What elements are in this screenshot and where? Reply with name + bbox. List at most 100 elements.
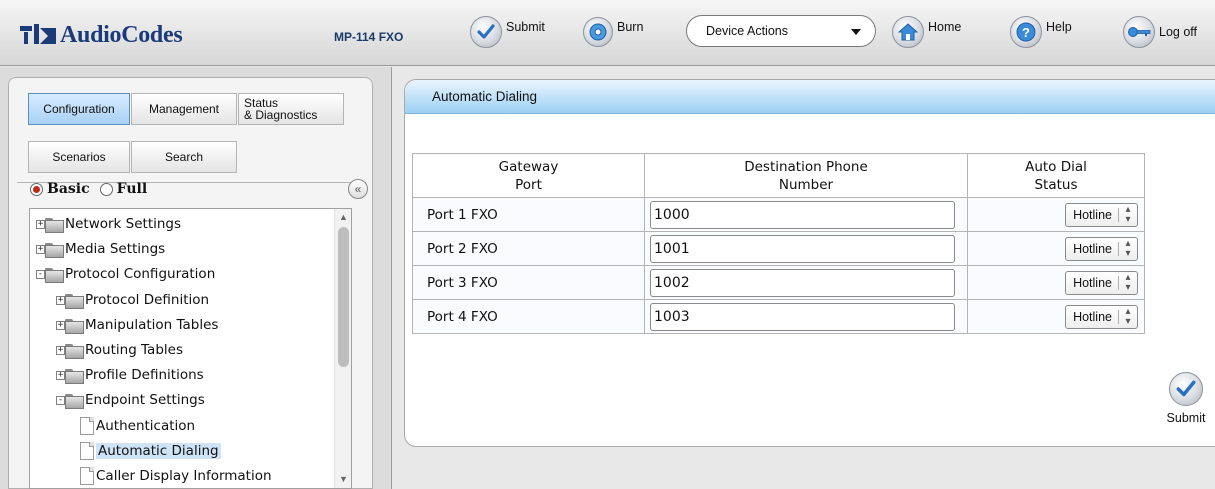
destination-cell	[644, 265, 968, 300]
scrollbar-thumb[interactable]	[338, 227, 349, 367]
left-panel: Configuration Management Status & Diagno…	[0, 67, 392, 489]
status-cell: Hotline ▴ ▾	[967, 265, 1145, 300]
port-cell: Port 4 FXO	[412, 299, 645, 334]
tree-item-label: Protocol Configuration	[65, 266, 216, 282]
auto-dial-status-select[interactable]: Hotline ▴ ▾	[1065, 236, 1138, 261]
tab-configuration[interactable]: Configuration	[28, 93, 130, 125]
table-row: Port 2 FXO Hotline ▴▾	[412, 231, 1145, 266]
scroll-up-icon[interactable]: ▲	[335, 209, 351, 225]
column-header-line1: Destination Phone	[744, 158, 868, 175]
tab-management[interactable]: Management	[131, 93, 237, 125]
audiocodes-logo: AudioCodes	[18, 22, 183, 48]
device-actions-label: Device Actions	[706, 24, 788, 38]
tree-item-label: Automatic Dialing	[96, 443, 221, 459]
full-label: Full	[116, 181, 148, 197]
logoff-button[interactable]: Log off	[1123, 15, 1197, 49]
expand-icon[interactable]: +	[36, 244, 45, 254]
expand-icon[interactable]: +	[56, 295, 65, 305]
device-model: MP-114 FXO	[334, 30, 404, 44]
column-header-line2: Port	[515, 176, 542, 193]
auto-dial-status-select[interactable]: Hotline ▴ ▾	[1065, 202, 1138, 227]
chevron-down-icon	[851, 29, 861, 35]
destination-number-input[interactable]	[650, 200, 955, 229]
column-header-line2: Status	[1034, 176, 1078, 193]
auto-dial-status-select[interactable]: Hotline ▴ ▾	[1065, 270, 1138, 295]
tree-item-media-settings[interactable]: + Media Settings	[36, 239, 165, 259]
tree-item-network-settings[interactable]: + Network Settings	[36, 214, 181, 234]
navigation-tree: + Network Settings + Media Settings - Pr…	[29, 208, 352, 489]
expand-icon[interactable]: +	[56, 345, 65, 355]
checkmark-icon	[1169, 372, 1203, 406]
key-icon	[1123, 16, 1155, 48]
collapse-icon[interactable]: -	[56, 395, 65, 405]
full-radio[interactable]	[99, 182, 113, 196]
table-row: Port 3 FXO Hotline ▴▾	[412, 265, 1145, 300]
table-header-row: Gateway Port Destination Phone Number Au…	[412, 153, 1145, 198]
basic-label: Basic	[47, 181, 90, 197]
help-icon: ?	[1010, 16, 1042, 48]
tree-item-endpoint-settings[interactable]: - Endpoint Settings	[56, 390, 205, 410]
view-mode-selector: Basic Full	[30, 180, 147, 198]
basic-radio[interactable]	[30, 182, 43, 196]
home-button[interactable]: Home	[892, 15, 961, 49]
up-down-arrows-icon: ▴ ▾	[1125, 203, 1131, 225]
submit-button[interactable]: Submit	[470, 15, 545, 49]
folder-icon	[65, 368, 84, 384]
page-submit-button[interactable]: Submit	[1161, 372, 1211, 425]
panel-header: Automatic Dialing	[405, 80, 1215, 114]
tree-item-caller-display-information[interactable]: Caller Display Information	[80, 465, 272, 487]
auto-dial-status-select[interactable]: Hotline ▴ ▾	[1065, 304, 1138, 329]
status-cell: Hotline ▴ ▾	[967, 231, 1145, 266]
select-value: Hotline	[1066, 275, 1119, 290]
home-label: Home	[928, 20, 962, 34]
column-header-auto-dial-status: Auto Dial Status	[967, 153, 1145, 198]
destination-number-input[interactable]	[650, 268, 955, 297]
tab-search-label: Search	[164, 150, 204, 164]
tree-item-label: Caller Display Information	[96, 468, 272, 484]
select-value: Hotline	[1066, 207, 1119, 222]
tree-item-label: Routing Tables	[85, 342, 183, 358]
select-value: Hotline	[1066, 241, 1119, 256]
tree-item-label: Protocol Definition	[85, 292, 210, 308]
tree-item-protocol-definition[interactable]: + Protocol Definition	[56, 290, 209, 310]
device-actions-dropdown[interactable]: Device Actions	[686, 15, 876, 47]
expand-icon[interactable]: +	[56, 320, 65, 330]
tree-item-label: Endpoint Settings	[85, 392, 205, 408]
up-down-arrows-icon: ▴ ▾	[1125, 271, 1131, 293]
tree-item-label: Profile Definitions	[85, 367, 204, 383]
column-header-gateway-port: Gateway Port	[412, 153, 645, 198]
disc-icon	[583, 17, 613, 47]
tree-item-routing-tables[interactable]: + Routing Tables	[56, 340, 183, 360]
tree-item-automatic-dialing[interactable]: Automatic Dialing	[80, 440, 221, 462]
tree-item-label: Authentication	[96, 418, 196, 434]
destination-number-input[interactable]	[650, 234, 955, 263]
tree-item-profile-definitions[interactable]: + Profile Definitions	[56, 365, 204, 385]
burn-button[interactable]: Burn	[583, 15, 643, 49]
folder-icon	[65, 343, 84, 359]
column-header-line1: Gateway	[498, 158, 559, 175]
tab-search[interactable]: Search	[131, 141, 237, 173]
column-header-line2: Number	[778, 176, 834, 193]
destination-cell	[644, 299, 968, 334]
tab-scenarios[interactable]: Scenarios	[28, 141, 130, 173]
table-row: Port 1 FXO Hotline ▴▾	[412, 197, 1145, 232]
tree-item-label: Manipulation Tables	[85, 317, 219, 333]
expand-icon[interactable]: +	[36, 219, 45, 229]
destination-number-input[interactable]	[650, 302, 955, 331]
tree-item-protocol-configuration[interactable]: - Protocol Configuration	[36, 264, 215, 284]
tab-status-diagnostics[interactable]: Status & Diagnostics	[238, 93, 344, 125]
expand-icon[interactable]: +	[56, 370, 65, 380]
help-button[interactable]: ? Help	[1010, 15, 1072, 49]
audiocodes-logo-mark	[20, 24, 56, 44]
up-down-arrows-icon: ▴ ▾	[1125, 305, 1131, 327]
tab-status-label-line2: & Diagnostics	[244, 108, 318, 122]
scroll-down-icon[interactable]: ▼	[335, 471, 351, 487]
collapse-icon[interactable]: -	[36, 269, 45, 279]
collapse-panel-button[interactable]: «	[348, 179, 368, 199]
tree-item-manipulation-tables[interactable]: + Manipulation Tables	[56, 315, 218, 335]
tree-item-authentication[interactable]: Authentication	[80, 415, 195, 437]
tab-scenarios-label: Scenarios	[52, 150, 106, 164]
logoff-label: Log off	[1159, 25, 1198, 39]
status-cell: Hotline ▴ ▾	[967, 299, 1145, 334]
tree-scrollbar[interactable]: ▲ ▼	[334, 209, 351, 488]
